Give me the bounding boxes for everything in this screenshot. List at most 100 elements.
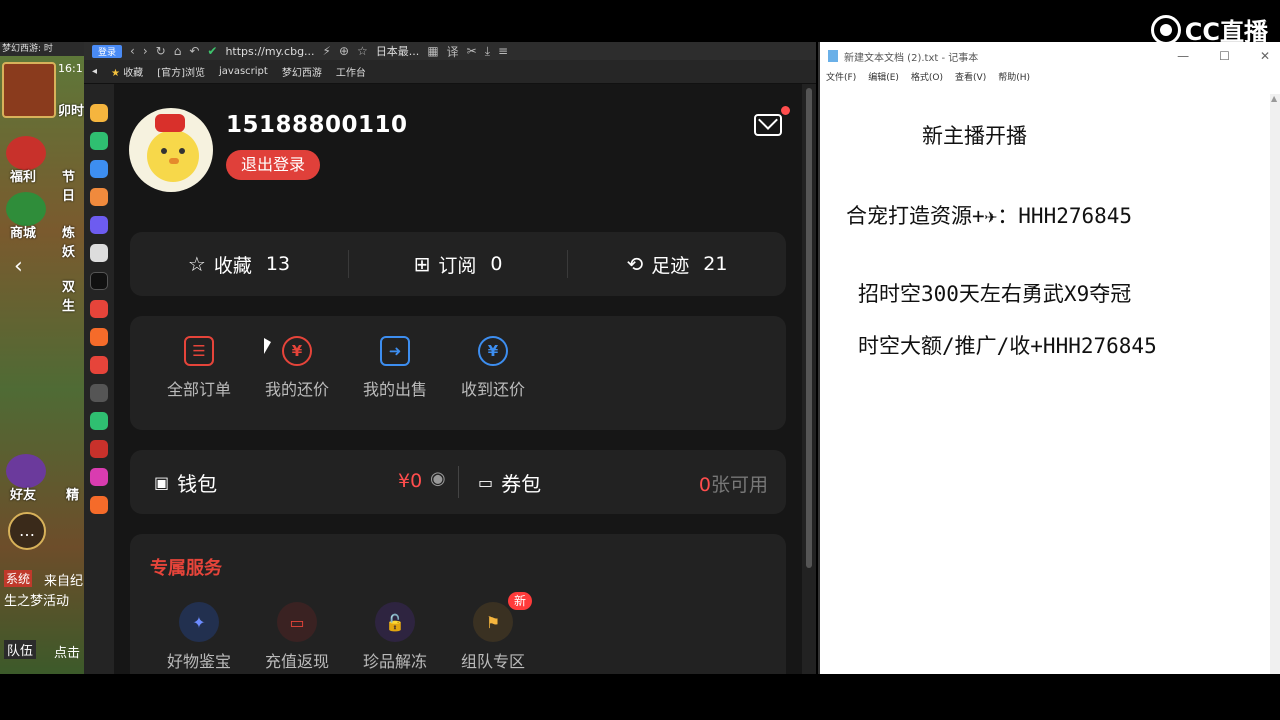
notepad-scrollbar[interactable]: ▲: [1270, 94, 1280, 674]
video-side-icon[interactable]: [90, 440, 108, 458]
shield-icon: ✔: [207, 44, 218, 58]
chat-icon[interactable]: …: [8, 512, 46, 550]
game-side-icon[interactable]: [90, 216, 108, 234]
order-label: 全部订单: [166, 380, 231, 399]
welfare-icon[interactable]: [6, 136, 46, 170]
taobao-side-icon[interactable]: [90, 328, 108, 346]
news-side-icon[interactable]: [90, 384, 108, 402]
game-label-time: 卯时: [58, 104, 84, 119]
bookmark-favorites[interactable]: ★ 收藏: [111, 64, 143, 79]
grid-icon[interactable]: ▦: [427, 44, 438, 58]
game-label-friends[interactable]: 好友: [10, 484, 36, 503]
shop-icon[interactable]: [6, 192, 46, 226]
wechat-side-icon[interactable]: [90, 132, 108, 150]
new-badge: 新: [508, 592, 533, 610]
game-label-essence[interactable]: 精: [66, 484, 79, 503]
page-scrollbar[interactable]: [802, 84, 816, 674]
weibo-side-icon[interactable]: [90, 356, 108, 374]
notepad-file-icon: [828, 50, 838, 62]
appraisal-icon: ✦: [179, 602, 219, 642]
menu-edit[interactable]: 编辑(E): [868, 70, 899, 86]
notepad-text-area[interactable]: 新主播开播 合宠打造资源+✈：HHH276845 招时空300天左右勇武X9夺冠…: [820, 86, 1268, 674]
scroll-up-icon[interactable]: ▲: [1271, 94, 1277, 103]
avatar[interactable]: [129, 108, 213, 192]
refresh-icon[interactable]: ↻: [156, 44, 166, 58]
back-icon[interactable]: ‹: [130, 44, 135, 58]
logout-button[interactable]: 退出登录: [226, 150, 320, 180]
tools-side-icon[interactable]: [90, 188, 108, 206]
system-text: 来自纪: [44, 574, 84, 589]
team-button[interactable]: 队伍: [4, 640, 37, 659]
tab-title[interactable]: 日本最...: [376, 43, 420, 59]
game-label-twin[interactable]: 双生: [62, 276, 84, 314]
notepad-menu: 文件(F) 编辑(E) 格式(O) 查看(V) 帮助(H): [820, 70, 1280, 86]
service-label: 好物鉴宝: [166, 652, 231, 671]
services-card: 专属服务 ✦ 好物鉴宝 ▭ 充值返现 🔓 珍品解冻 ⚑ 新 组队专区: [130, 534, 786, 674]
unfreeze-service[interactable]: 🔓 珍品解冻: [350, 602, 440, 672]
scissors-icon[interactable]: ✂: [467, 44, 477, 58]
menu-help[interactable]: 帮助(H): [998, 70, 1030, 86]
pinduoduo-side-icon[interactable]: [90, 468, 108, 486]
mail-side-icon[interactable]: [90, 160, 108, 178]
notepad-window: 新建文本文档 (2).txt - 记事本 — ☐ ✕ 文件(F) 编辑(E) 格…: [818, 42, 1280, 674]
stat-footprints[interactable]: ⟲ 足迹 21: [568, 251, 786, 278]
game-avatar[interactable]: [2, 62, 56, 118]
cashback-service[interactable]: ▭ 充值返现: [252, 602, 342, 672]
address-bar[interactable]: https://my.cbg...: [225, 45, 314, 58]
my-sales-button[interactable]: ➜ 我的出售: [350, 332, 440, 400]
collapse-arrow-icon[interactable]: ‹: [14, 254, 23, 279]
team-zone-service[interactable]: ⚑ 新 组队专区: [448, 592, 538, 672]
game-label-festival[interactable]: 节日: [62, 166, 84, 204]
stat-label: 收藏: [213, 254, 252, 277]
menu-view[interactable]: 查看(V): [955, 70, 986, 86]
coupon-count: 0张可用: [699, 470, 768, 497]
appraisal-service[interactable]: ✦ 好物鉴宝: [154, 602, 244, 672]
translate-icon[interactable]: 译: [447, 43, 459, 60]
home-icon[interactable]: ⌂: [174, 44, 182, 58]
game-label-shop[interactable]: 商城: [10, 222, 36, 241]
forward-icon[interactable]: ›: [143, 44, 148, 58]
menu-file[interactable]: 文件(F): [826, 70, 856, 86]
favorites-side-icon[interactable]: [90, 104, 108, 122]
bookmark-official[interactable]: [官方]浏览: [157, 64, 205, 79]
stat-subscriptions[interactable]: ⊞ 订阅 0: [349, 251, 567, 278]
star-icon[interactable]: ☆: [357, 44, 368, 58]
scrollbar-thumb[interactable]: [806, 88, 812, 568]
system-chip: 系统: [4, 570, 33, 587]
subscribe-icon: ⊞: [413, 252, 431, 276]
wallet-button[interactable]: ▣ 钱包: [154, 468, 217, 497]
all-orders-button[interactable]: ☰ 全部订单: [154, 332, 244, 400]
zoom-icon[interactable]: ⊕: [339, 44, 349, 58]
stat-favorites[interactable]: ☆ 收藏 13: [130, 251, 348, 278]
coupon-count-number: 0: [698, 474, 711, 496]
received-counteroffers-button[interactable]: ¥ 收到还价: [448, 332, 538, 400]
download-icon[interactable]: ⤓: [485, 44, 490, 59]
game-label-welfare[interactable]: 福利: [10, 166, 36, 185]
avatar-side-icon[interactable]: [90, 244, 108, 262]
undo-icon[interactable]: ↶: [189, 44, 199, 58]
bolt-icon[interactable]: ⚡: [323, 44, 331, 58]
friends-icon[interactable]: [6, 454, 46, 488]
bow-icon: [155, 114, 185, 132]
menu-icon[interactable]: ≡: [498, 44, 508, 58]
maximize-icon[interactable]: ☐: [1219, 49, 1230, 63]
chick-eye-icon: [161, 148, 167, 154]
eye-icon[interactable]: ◉: [430, 468, 446, 489]
message-icon[interactable]: [754, 106, 790, 136]
game-label-refine[interactable]: 炼妖: [62, 222, 84, 260]
jd-side-icon[interactable]: [90, 412, 108, 430]
bookmark-workbench[interactable]: 工作台: [336, 64, 366, 79]
bookmark-javascript[interactable]: javascript: [219, 66, 268, 77]
tiktok-side-icon[interactable]: [90, 272, 108, 290]
order-label: 我的出售: [362, 380, 427, 399]
minimize-icon[interactable]: —: [1177, 49, 1189, 63]
1688-side-icon[interactable]: [90, 496, 108, 514]
xiaohongshu-side-icon[interactable]: [90, 300, 108, 318]
coupon-button[interactable]: ▭ 券包: [478, 468, 541, 497]
sidebar-toggle-icon[interactable]: ◂: [92, 66, 97, 77]
menu-format[interactable]: 格式(O): [911, 70, 943, 86]
bookmark-mhxy[interactable]: 梦幻西游: [282, 64, 322, 79]
login-badge[interactable]: 登录: [92, 44, 123, 58]
close-icon[interactable]: ✕: [1260, 49, 1270, 63]
bookmark-bar: ◂ ★ 收藏 [官方]浏览 javascript 梦幻西游 工作台: [84, 60, 816, 84]
